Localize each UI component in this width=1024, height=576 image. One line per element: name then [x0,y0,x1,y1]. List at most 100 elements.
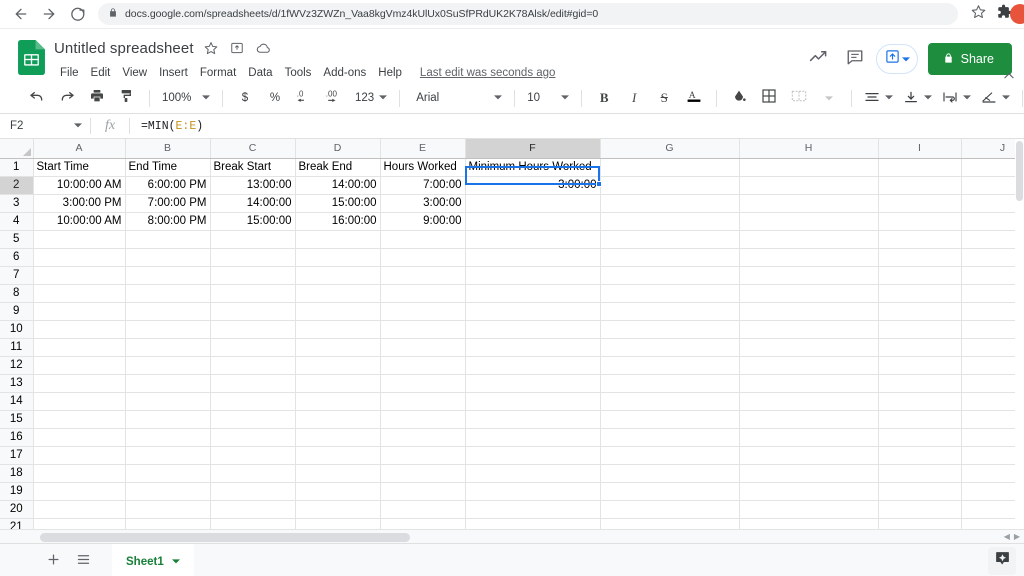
cell-A18[interactable] [33,464,125,482]
fill-handle[interactable] [596,181,602,187]
more-formats-dropdown[interactable]: 123 [350,86,392,110]
cell-C19[interactable] [210,482,295,500]
cell-H6[interactable] [739,248,878,266]
cell-D14[interactable] [295,392,380,410]
cell-B12[interactable] [125,356,210,374]
cell-C14[interactable] [210,392,295,410]
menu-item-tools[interactable]: Tools [279,65,318,81]
menu-item-addons[interactable]: Add-ons [317,65,372,81]
cell-D18[interactable] [295,464,380,482]
column-header-i[interactable]: I [878,139,961,158]
cell-F1[interactable]: Minimum Hours Worked [465,158,600,176]
cell-A17[interactable] [33,446,125,464]
cell-B11[interactable] [125,338,210,356]
cell-G6[interactable] [600,248,739,266]
cell-B7[interactable] [125,266,210,284]
merge-cells-button[interactable] [787,86,811,110]
column-header-a[interactable]: A [33,139,125,158]
cell-H4[interactable] [739,212,878,230]
cell-I19[interactable] [878,482,961,500]
print-button[interactable] [85,86,109,110]
cell-F7[interactable] [465,266,600,284]
cell-F8[interactable] [465,284,600,302]
column-header-d[interactable]: D [295,139,380,158]
cell-I17[interactable] [878,446,961,464]
cell-F21[interactable] [465,518,600,529]
cell-B5[interactable] [125,230,210,248]
cell-E17[interactable] [380,446,465,464]
cell-F10[interactable] [465,320,600,338]
row-header-7[interactable]: 7 [0,266,33,284]
cell-A4[interactable]: 10:00:00 AM [33,212,125,230]
redo-button[interactable] [55,86,79,110]
cell-D20[interactable] [295,500,380,518]
bookmark-button[interactable] [966,2,990,26]
cell-B19[interactable] [125,482,210,500]
cell-I18[interactable] [878,464,961,482]
strikethrough-button[interactable]: S [652,86,676,110]
percent-format-button[interactable]: % [263,86,287,110]
cell-I6[interactable] [878,248,961,266]
cell-G1[interactable] [600,158,739,176]
cell-B14[interactable] [125,392,210,410]
column-header-b[interactable]: B [125,139,210,158]
forward-button[interactable] [36,1,62,27]
cell-B15[interactable] [125,410,210,428]
cell-F20[interactable] [465,500,600,518]
cell-F2[interactable]: 3:00:00 [465,176,600,194]
cell-F6[interactable] [465,248,600,266]
cell-H18[interactable] [739,464,878,482]
cell-I21[interactable] [878,518,961,529]
cell-I5[interactable] [878,230,961,248]
cell-E18[interactable] [380,464,465,482]
cell-I2[interactable] [878,176,961,194]
cell-B10[interactable] [125,320,210,338]
cell-C15[interactable] [210,410,295,428]
cell-E11[interactable] [380,338,465,356]
row-header-13[interactable]: 13 [0,374,33,392]
cell-A3[interactable]: 3:00:00 PM [33,194,125,212]
explore-button[interactable] [988,547,1016,575]
decrease-decimal-button[interactable]: .0 [293,86,317,110]
cell-C5[interactable] [210,230,295,248]
cell-I16[interactable] [878,428,961,446]
last-edit-status[interactable]: Last edit was seconds ago [420,67,556,79]
cell-E16[interactable] [380,428,465,446]
cell-I14[interactable] [878,392,961,410]
cell-D12[interactable] [295,356,380,374]
cell-D13[interactable] [295,374,380,392]
cell-D2[interactable]: 14:00:00 [295,176,380,194]
trends-button[interactable] [804,44,834,74]
text-rotation-dropdown[interactable] [976,86,1015,110]
cell-F4[interactable] [465,212,600,230]
cell-F13[interactable] [465,374,600,392]
cell-A10[interactable] [33,320,125,338]
cell-C8[interactable] [210,284,295,302]
cell-F11[interactable] [465,338,600,356]
row-header-17[interactable]: 17 [0,446,33,464]
chevron-down-icon[interactable] [172,556,180,568]
cell-E20[interactable] [380,500,465,518]
paint-format-button[interactable] [115,86,139,110]
undo-button[interactable] [25,86,49,110]
select-all-button[interactable] [0,139,33,158]
cell-E13[interactable] [380,374,465,392]
cell-B18[interactable] [125,464,210,482]
cell-G15[interactable] [600,410,739,428]
cell-G9[interactable] [600,302,739,320]
row-header-20[interactable]: 20 [0,500,33,518]
cell-I1[interactable] [878,158,961,176]
row-header-2[interactable]: 2 [0,176,33,194]
scroll-left-icon[interactable]: ◀ [1004,531,1010,542]
cell-I8[interactable] [878,284,961,302]
cell-F5[interactable] [465,230,600,248]
bold-button[interactable]: B [592,86,616,110]
cell-E9[interactable] [380,302,465,320]
row-header-1[interactable]: 1 [0,158,33,176]
page-title[interactable]: Untitled spreadsheet [54,40,194,57]
cell-G16[interactable] [600,428,739,446]
cell-A1[interactable]: Start Time [33,158,125,176]
formula-input[interactable]: =MIN(E:E) [130,120,1024,133]
text-color-button[interactable]: A [682,86,706,110]
column-header-g[interactable]: G [600,139,739,158]
